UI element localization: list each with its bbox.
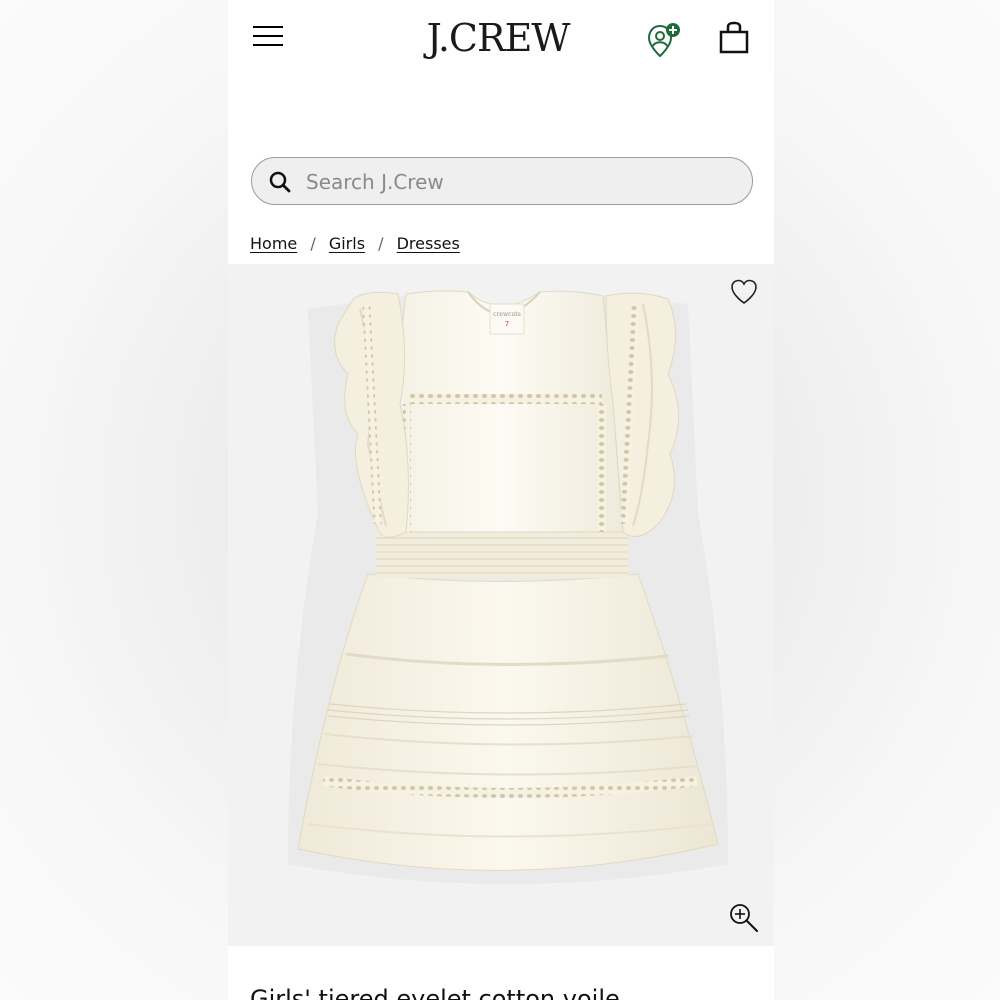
breadcrumb: Home / Girls / Dresses: [250, 232, 460, 256]
product-title: Girls' tiered eyelet cotton voile...: [250, 985, 643, 1000]
account-add-icon[interactable]: [646, 20, 686, 60]
site-header: J.CREW: [228, 0, 774, 80]
mobile-page: J.CREW Home: [228, 0, 774, 1000]
dress-illustration: crewcuts 7: [288, 290, 728, 884]
breadcrumb-home-link[interactable]: Home: [250, 234, 297, 253]
search-bar[interactable]: [251, 157, 753, 205]
shopping-bag-icon[interactable]: [716, 20, 752, 56]
breadcrumb-separator: /: [378, 234, 384, 253]
hamburger-menu-icon[interactable]: [252, 24, 286, 50]
label-size: 7: [505, 320, 509, 328]
label-brand: crewcuts: [493, 311, 521, 318]
brand-logo[interactable]: J.CREW: [368, 14, 628, 62]
breadcrumb-girls-link[interactable]: Girls: [329, 234, 365, 253]
search-input[interactable]: [304, 163, 728, 201]
search-icon[interactable]: [268, 170, 292, 194]
breadcrumb-separator: /: [310, 234, 316, 253]
zoom-in-icon[interactable]: [728, 902, 760, 934]
product-image[interactable]: crewcuts 7: [228, 264, 774, 946]
breadcrumb-dresses-link[interactable]: Dresses: [397, 234, 460, 253]
heart-outline-icon[interactable]: [729, 278, 759, 306]
